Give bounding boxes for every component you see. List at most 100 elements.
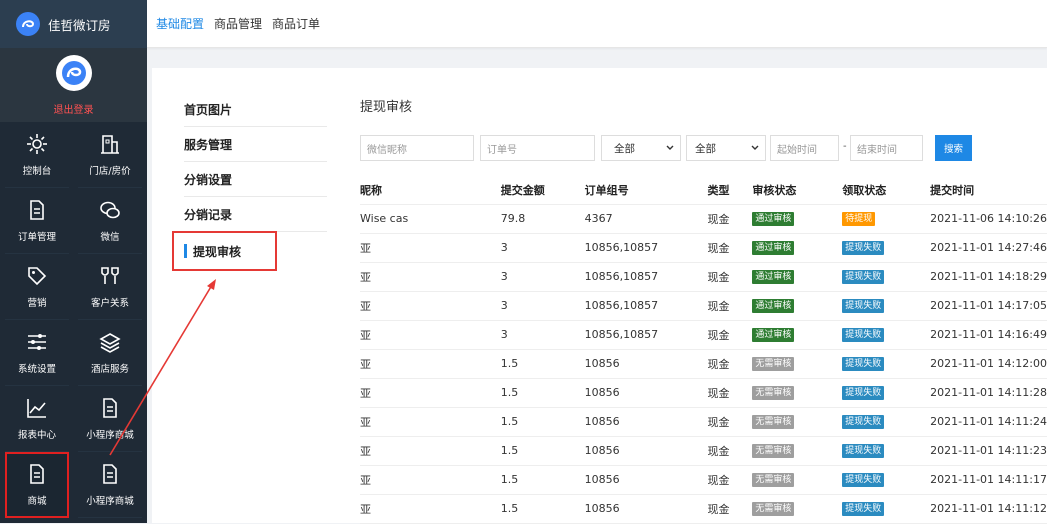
sidebar-item-10[interactable]: 商城 <box>5 452 69 518</box>
table-cell: 通过审核 <box>752 204 843 234</box>
table-row[interactable]: 亚 1.5 10856 现金 无需审核 提现失败 2021-11-01 14:11:23 <box>360 436 1047 466</box>
table-cell: 10856 <box>584 436 708 466</box>
column-header: 领取状态 <box>842 176 931 205</box>
sidebar: 佳哲微订房 退出登录 控制台 门店/房价订单管理 微信营销 客户关系 系统设置 酒店服务报… <box>0 0 147 523</box>
table-cell: 亚 <box>360 407 501 437</box>
page-title: 提现审核 <box>360 100 413 115</box>
table-row[interactable]: 亚 1.5 10856 现金 无需审核 提现失败 2021-11-01 14:12:00 <box>360 349 1047 379</box>
search-button[interactable]: 搜索 <box>935 135 972 161</box>
table-row[interactable]: 亚 1.5 10856 现金 无需审核 提现失败 2021-11-01 14:11:12 <box>360 494 1047 524</box>
table-cell: 提现失败 <box>842 291 931 321</box>
table-cell: 亚 <box>360 378 501 408</box>
column-header: 审核状态 <box>752 176 843 205</box>
table-cell: 2021-11-01 14:12:00 <box>930 349 1047 379</box>
submenu-distribution-settings[interactable]: 分销设置 <box>184 162 327 197</box>
sidebar-item-label: 小程序商城 <box>86 495 134 507</box>
tab-basic-config[interactable]: 基础配置 <box>156 15 204 32</box>
sidebar-item-0[interactable]: 控制台 <box>5 122 69 188</box>
review-status-badge: 无需审核 <box>752 357 795 371</box>
start-time-input[interactable]: 起始时间 <box>770 135 839 161</box>
table-row[interactable]: Wise cas 79.8 4367 现金 通过审核 待提现 2021-11-06 14:1… <box>360 204 1047 234</box>
table-row[interactable]: 亚 3 10856,10857 现金 通过审核 提现失败 2021-11-01 14:27:… <box>360 233 1047 263</box>
sidebar-item-4[interactable]: 营销 <box>5 254 69 320</box>
table-cell: 无需审核 <box>752 494 843 524</box>
table-cell: 2021-11-01 14:11:12 <box>930 494 1047 524</box>
order-number-input[interactable]: 订单号 <box>480 135 595 161</box>
table-cell: 10856,10857 <box>584 291 708 321</box>
table-cell: 3 <box>500 291 585 321</box>
table-cell: 现金 <box>707 378 753 408</box>
table-cell: 现金 <box>707 320 753 350</box>
sidebar-item-5[interactable]: 客户关系 <box>78 254 142 320</box>
table-cell: 2021-11-01 14:11:24 <box>930 407 1047 437</box>
review-status-badge: 通过审核 <box>752 241 795 255</box>
review-status-badge: 通过审核 <box>752 270 795 284</box>
review-status-badge: 通过审核 <box>752 299 795 313</box>
end-time-input[interactable]: 结束时间 <box>850 135 923 161</box>
table-cell: 提现失败 <box>842 262 931 292</box>
sidebar-item-label: 微信 <box>100 231 120 243</box>
table-cell: 现金 <box>707 407 753 437</box>
table-row[interactable]: 亚 1.5 10856 现金 无需审核 提现失败 2021-11-01 14:11:17 <box>360 465 1047 495</box>
table-cell: 亚 <box>360 465 501 495</box>
brand-header[interactable]: 佳哲微订房 <box>0 0 147 48</box>
submenu-service-management[interactable]: 服务管理 <box>184 127 327 162</box>
sidebar-item-11[interactable]: 小程序商城 <box>78 452 142 518</box>
sidebar-item-label: 商城 <box>27 495 47 507</box>
column-header: 昵称 <box>360 176 501 205</box>
table-row[interactable]: 亚 3 10856,10857 现金 通过审核 提现失败 2021-11-01 14:16:… <box>360 320 1047 350</box>
submenu-distribution-records[interactable]: 分销记录 <box>184 197 327 232</box>
tab-product-management[interactable]: 商品管理 <box>214 15 262 32</box>
table-cell: 通过审核 <box>752 262 843 292</box>
logout-link[interactable]: 退出登录 <box>54 101 94 116</box>
table-cell: 1.5 <box>500 494 585 524</box>
tag-icon <box>26 265 48 295</box>
table-cell: 2021-11-01 14:11:23 <box>930 436 1047 466</box>
claim-status-badge: 提现失败 <box>842 444 885 458</box>
table-cell: 2021-11-01 14:11:17 <box>930 465 1047 495</box>
wechat-icon <box>99 199 121 229</box>
sidebar-item-1[interactable]: 门店/房价 <box>78 122 142 188</box>
table-row[interactable]: 亚 3 10856,10857 现金 通过审核 提现失败 2021-11-01 14:18:… <box>360 262 1047 292</box>
sliders-icon <box>26 331 48 361</box>
document-icon <box>26 463 48 493</box>
sidebar-item-label: 酒店服务 <box>90 363 129 375</box>
table-cell: 现金 <box>707 233 753 263</box>
table-row[interactable]: 亚 1.5 10856 现金 无需审核 提现失败 2021-11-01 14:11:24 <box>360 407 1047 437</box>
sidebar-item-label: 营销 <box>27 297 47 309</box>
table-cell: 无需审核 <box>752 436 843 466</box>
sidebar-item-2[interactable]: 订单管理 <box>5 188 69 254</box>
submenu-home-images[interactable]: 首页图片 <box>184 92 327 127</box>
avatar[interactable] <box>55 54 92 91</box>
sidebar-item-label: 门店/房价 <box>89 165 131 177</box>
document-icon <box>99 463 121 493</box>
table-cell: 无需审核 <box>752 349 843 379</box>
table-row[interactable]: 亚 1.5 10856 现金 无需审核 提现失败 2021-11-01 14:11:28 <box>360 378 1047 408</box>
table-cell: 2021-11-01 14:27:46 <box>930 233 1047 263</box>
claim-status-badge: 提现失败 <box>842 415 885 429</box>
table-cell: 无需审核 <box>752 465 843 495</box>
table-row[interactable]: 亚 3 10856,10857 现金 通过审核 提现失败 2021-11-01 14:17:… <box>360 291 1047 321</box>
sidebar-item-9[interactable]: 小程序商城 <box>78 386 142 452</box>
nav-grid: 控制台 门店/房价 订单管理 微信 营销 客户关系 系统设置 酒店服务 报表中心 小程序商城 商城小… <box>0 122 147 518</box>
table-cell: 10856,10857 <box>584 320 708 350</box>
table-cell: 2021-11-06 14:10:26 <box>930 204 1047 234</box>
review-status-badge: 无需审核 <box>752 415 795 429</box>
table-cell: 通过审核 <box>752 233 843 263</box>
sidebar-item-7[interactable]: 酒店服务 <box>78 320 142 386</box>
status-select-value: 全部 <box>695 142 716 155</box>
sidebar-item-8[interactable]: 报表中心 <box>5 386 69 452</box>
table-cell: 79.8 <box>500 204 585 234</box>
sidebar-item-3[interactable]: 微信 <box>78 188 142 254</box>
table-header-row: 昵称 提交金额 订单组号 类型 审核状态 领取状态 提交时间 <box>360 176 1047 205</box>
withdrawal-table: 昵称 提交金额 订单组号 类型 审核状态 领取状态 提交时间 Wise cas 79.8 436… <box>360 176 1047 524</box>
nickname-input[interactable]: 微信昵称 <box>360 135 474 161</box>
sub-menu: 首页图片 服务管理 分销设置 分销记录 提现审核 <box>172 92 327 271</box>
sidebar-item-6[interactable]: 系统设置 <box>5 320 69 386</box>
table-cell: 2021-11-01 14:18:29 <box>930 262 1047 292</box>
type-select[interactable]: 全部 <box>601 135 681 161</box>
status-select[interactable]: 全部 <box>686 135 766 161</box>
submenu-withdrawal-review[interactable]: 提现审核 <box>172 231 277 271</box>
tab-product-orders[interactable]: 商品订单 <box>272 15 320 32</box>
table-cell: 无需审核 <box>752 407 843 437</box>
